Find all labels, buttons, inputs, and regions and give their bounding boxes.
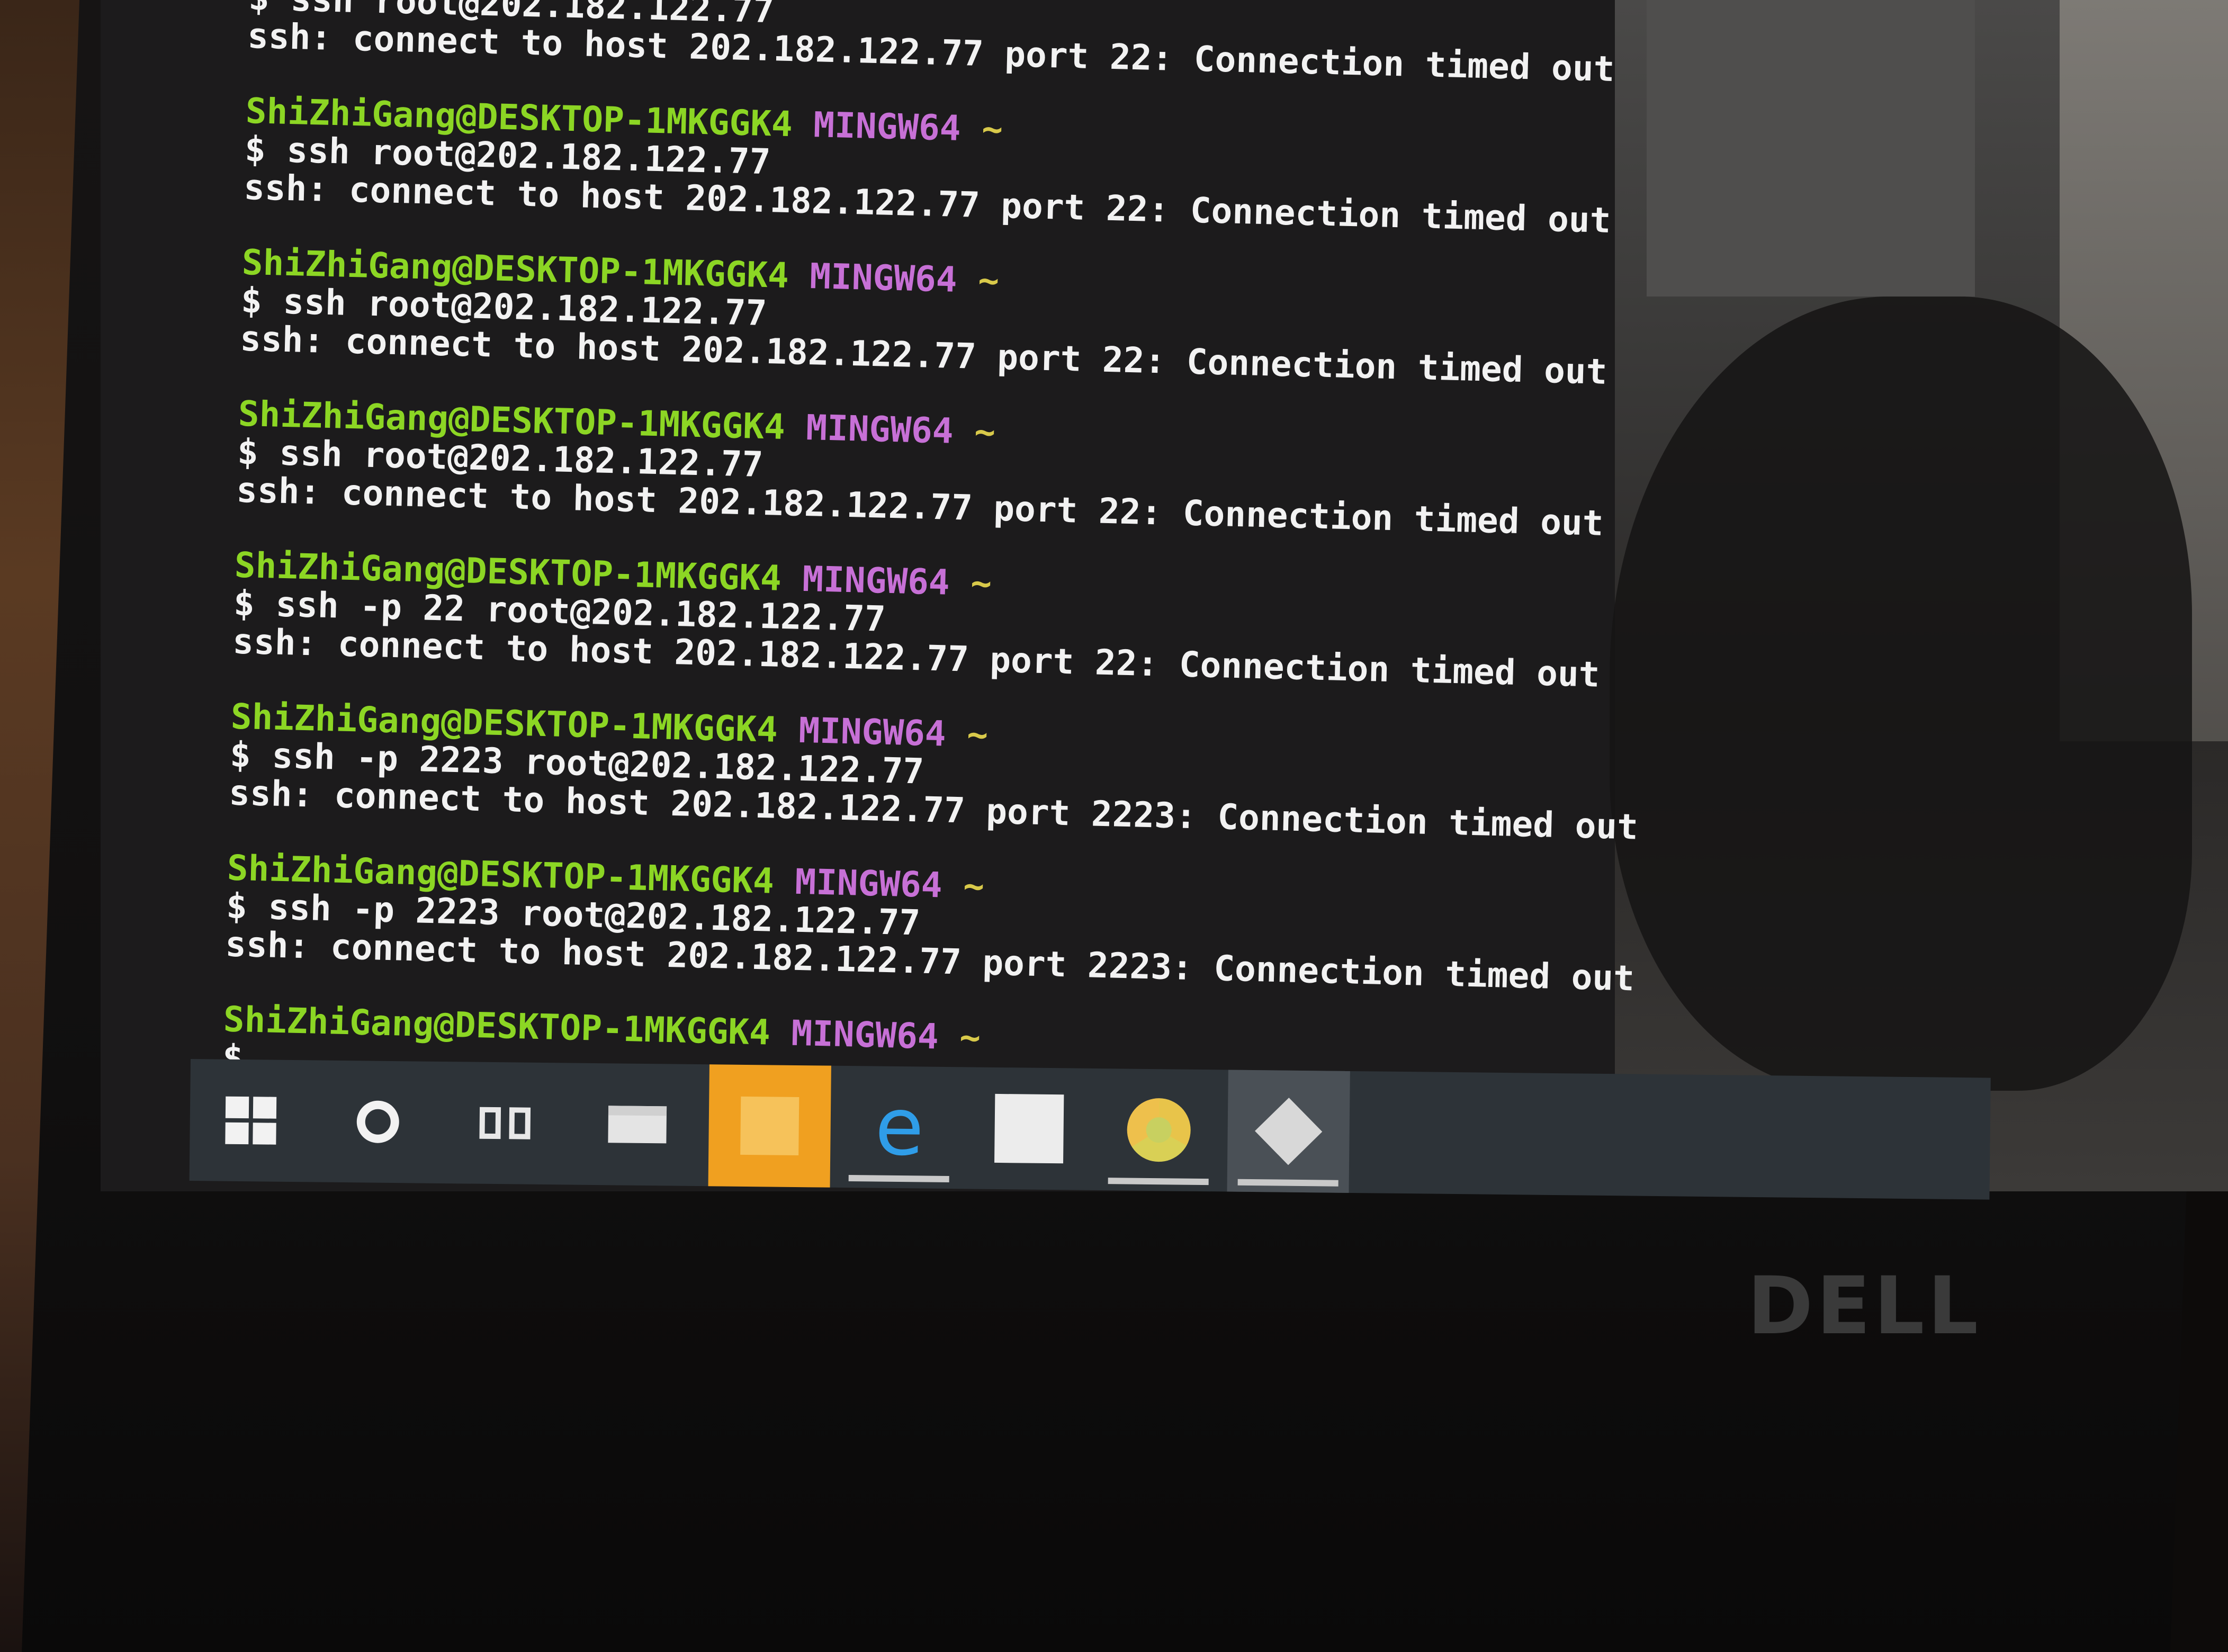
prompt-env: MINGW64 — [813, 104, 962, 149]
prompt-env: MINGW64 — [805, 407, 954, 452]
prompt-dir: ~ — [970, 562, 992, 604]
prompt-dir: ~ — [963, 865, 985, 907]
prompt-dir: ~ — [977, 259, 1000, 301]
git-icon — [1255, 1098, 1323, 1165]
notepad-icon — [994, 1093, 1064, 1164]
git-bash-button[interactable] — [1227, 1070, 1350, 1193]
prompt-dir: ~ — [959, 1017, 982, 1058]
notepad-button[interactable] — [968, 1067, 1091, 1190]
file-explorer-button[interactable] — [576, 1063, 699, 1186]
dell-logo: DELL — [1747, 1260, 1982, 1352]
cortana-button[interactable] — [317, 1061, 439, 1183]
chrome-button[interactable] — [1097, 1069, 1220, 1191]
prompt-env: MINGW64 — [790, 1012, 939, 1057]
store-icon — [740, 1096, 799, 1156]
start-button[interactable] — [190, 1059, 312, 1182]
prompt-env: MINGW64 — [809, 256, 958, 300]
laptop-screen: $ ssh root@202.182.122.77 ssh: connect t… — [101, 0, 2228, 1191]
screen-reflection-shadow — [1610, 297, 2192, 1091]
windows-taskbar: e — [189, 1059, 1991, 1200]
edge-icon: e — [874, 1081, 924, 1174]
prompt-env: MINGW64 — [802, 558, 950, 603]
cortana-circle-icon — [356, 1100, 400, 1144]
windows-logo-icon — [225, 1096, 277, 1145]
screen-reflection-window — [1647, 0, 1975, 297]
prompt-dir: ~ — [966, 714, 989, 756]
edge-button[interactable]: e — [838, 1066, 961, 1189]
task-view-icon — [479, 1102, 531, 1145]
folder-icon — [608, 1106, 667, 1144]
prompt-dir: ~ — [974, 411, 996, 453]
store-button[interactable] — [708, 1064, 831, 1188]
prompt-dir: ~ — [981, 108, 1003, 150]
git-bash-terminal[interactable]: $ ssh root@202.182.122.77 ssh: connect t… — [222, 0, 1678, 1111]
prompt-env: MINGW64 — [798, 710, 947, 755]
chrome-icon — [1127, 1098, 1191, 1162]
prompt-env: MINGW64 — [794, 861, 943, 906]
task-view-button[interactable] — [444, 1062, 567, 1184]
